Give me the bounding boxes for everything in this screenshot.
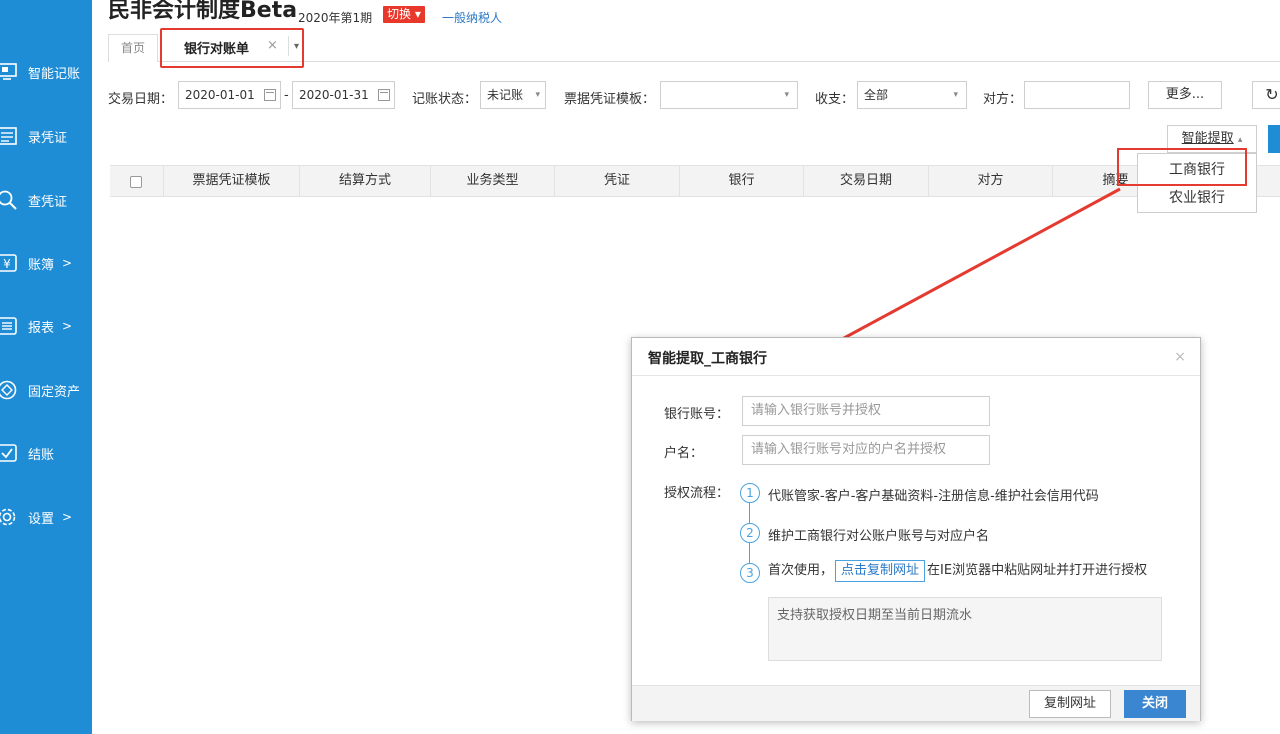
copy-url-link[interactable]: 点击复制网址 — [835, 560, 926, 582]
party-label: 对方： — [983, 92, 1023, 107]
sidebar-item-fixed-assets[interactable]: 固定资产 — [0, 370, 92, 410]
flow-label: 授权流程： — [664, 486, 730, 501]
calendar-icon[interactable] — [378, 89, 390, 101]
chevron-down-icon: ▾ — [784, 90, 789, 100]
yuan-icon: ¥ — [0, 253, 18, 273]
sidebar-item-ledger[interactable]: ¥ 账簿 > — [0, 243, 92, 283]
status-label: 记账状态： — [412, 92, 478, 107]
account-name-label: 户名： — [664, 446, 704, 461]
account-label: 银行账号： — [664, 407, 730, 422]
sidebar-item-label: 查凭证 — [28, 194, 68, 210]
template-select[interactable]: ▾ — [660, 81, 798, 109]
sidebar-item-close-period[interactable]: 结账 — [0, 433, 92, 473]
voucher-entry-icon — [0, 126, 18, 146]
status-select[interactable]: 未记账 ▾ — [480, 81, 546, 109]
sidebar-item-label: 录凭证 — [28, 130, 68, 146]
sidebar-item-label: 账簿 — [28, 257, 55, 273]
income-value: 全部 — [864, 88, 889, 102]
step-text: 首次使用， 点击复制网址 在IE浏览器中粘贴网址并打开进行授权 — [768, 559, 1147, 582]
refresh-icon[interactable]: ↻ — [1252, 81, 1280, 109]
step-text-after: 在IE浏览器中粘贴网址并打开进行授权 — [927, 563, 1148, 578]
column-header[interactable]: 结算方式 — [300, 166, 431, 196]
app-title: 民非会计制度Beta — [108, 0, 298, 23]
primary-action-button-edge[interactable] — [1268, 125, 1280, 153]
select-all-cell — [110, 166, 164, 196]
chevron-right-icon: > — [62, 510, 73, 524]
date-from-input[interactable]: 2020-01-01 — [178, 81, 281, 109]
sidebar-item-label: 设置 — [28, 511, 55, 527]
select-all-checkbox[interactable] — [130, 176, 142, 188]
party-input[interactable] — [1024, 81, 1130, 109]
column-header[interactable]: 凭证 — [555, 166, 680, 196]
check-icon — [0, 443, 18, 463]
sidebar-item-voucher-search[interactable]: 查凭证 — [0, 180, 92, 220]
search-icon — [0, 190, 18, 210]
tab-more-dropdown-icon[interactable]: ▾ — [288, 36, 304, 56]
dialog-title: 智能提取_工商银行 — [648, 351, 767, 367]
chevron-right-icon: > — [62, 256, 73, 270]
sidebar-item-report[interactable]: 报表 > — [0, 306, 92, 346]
sidebar-item-label: 智能记账 — [28, 66, 81, 82]
step-text: 代账管家-客户-客户基础资料-注册信息-维护社会信用代码 — [768, 489, 1099, 504]
dialog-header: 智能提取_工商银行 × — [632, 338, 1200, 376]
date-to-input[interactable]: 2020-01-31 — [292, 81, 395, 109]
dropdown-item-abc[interactable]: 农业银行 — [1138, 184, 1256, 212]
smart-extract-dialog: 智能提取_工商银行 × 银行账号： 请输入银行账号并授权 户名： 请输入银行账号… — [631, 337, 1201, 721]
date-from-value: 2020-01-01 — [185, 88, 255, 102]
date-separator: - — [284, 88, 289, 103]
svg-text:¥: ¥ — [3, 257, 11, 271]
step-number: 1 — [740, 483, 760, 503]
tab-bank-statement[interactable]: 银行对账单 — [184, 38, 249, 57]
tab-home[interactable]: 首页 — [108, 34, 158, 62]
account-name-input[interactable]: 请输入银行账号对应的户名并授权 — [742, 435, 990, 465]
smart-extract-label: 智能提取 — [1181, 131, 1234, 146]
step-text: 维护工商银行对公账户账号与对应户名 — [768, 529, 990, 544]
date-label: 交易日期： — [108, 92, 174, 107]
more-filters-button[interactable]: 更多... — [1148, 81, 1222, 109]
chevron-down-icon: ▾ — [535, 90, 540, 100]
calendar-icon[interactable] — [264, 89, 276, 101]
column-header[interactable]: 票据凭证模板 — [164, 166, 300, 196]
gear-icon — [0, 507, 18, 527]
step-number: 3 — [740, 563, 760, 583]
step-number: 2 — [740, 523, 760, 543]
note-box: 支持获取授权日期至当前日期流水 — [768, 597, 1162, 661]
accounting-period: 2020年第1期 — [298, 11, 373, 25]
chevron-down-icon: ▾ — [953, 90, 958, 100]
column-header[interactable]: 业务类型 — [431, 166, 555, 196]
close-button[interactable]: 关闭 — [1124, 690, 1186, 718]
chevron-up-icon: ▴ — [1237, 135, 1243, 145]
sidebar-item-label: 结账 — [28, 447, 55, 463]
bank-account-input[interactable]: 请输入银行账号并授权 — [742, 396, 990, 426]
switch-period-button[interactable]: 切换 ▾ — [383, 6, 425, 23]
income-label: 收支： — [815, 92, 855, 107]
date-to-value: 2020-01-31 — [299, 88, 369, 102]
step-text-before: 首次使用， — [768, 563, 834, 578]
sidebar-item-settings[interactable]: 设置 > — [0, 497, 92, 537]
sidebar-item-voucher-entry[interactable]: 录凭证 — [0, 116, 92, 156]
copy-url-button[interactable]: 复制网址 — [1029, 690, 1111, 718]
smart-booking-icon — [0, 62, 18, 82]
template-label: 票据凭证模板： — [564, 92, 656, 107]
status-value: 未记账 — [487, 88, 524, 102]
taxpayer-type-link[interactable]: 一般纳税人 — [442, 9, 502, 26]
asset-icon — [0, 380, 18, 400]
sidebar-item-label: 固定资产 — [28, 384, 81, 400]
chevron-right-icon: > — [62, 319, 73, 333]
annotation-highlight-box — [1117, 148, 1247, 186]
sidebar-item-label: 报表 — [28, 320, 55, 336]
close-icon[interactable]: × — [1174, 349, 1186, 365]
income-select[interactable]: 全部 ▾ — [857, 81, 967, 109]
dialog-footer — [632, 685, 1200, 721]
report-icon — [0, 316, 18, 336]
sidebar: 智能记账 录凭证 查凭证 ¥ 账簿 > 报表 > 固定资产 结账 设置 > — [0, 0, 92, 734]
sidebar-item-smart-booking[interactable]: 智能记账 — [0, 52, 92, 92]
tab-close-icon[interactable]: × — [267, 38, 278, 53]
